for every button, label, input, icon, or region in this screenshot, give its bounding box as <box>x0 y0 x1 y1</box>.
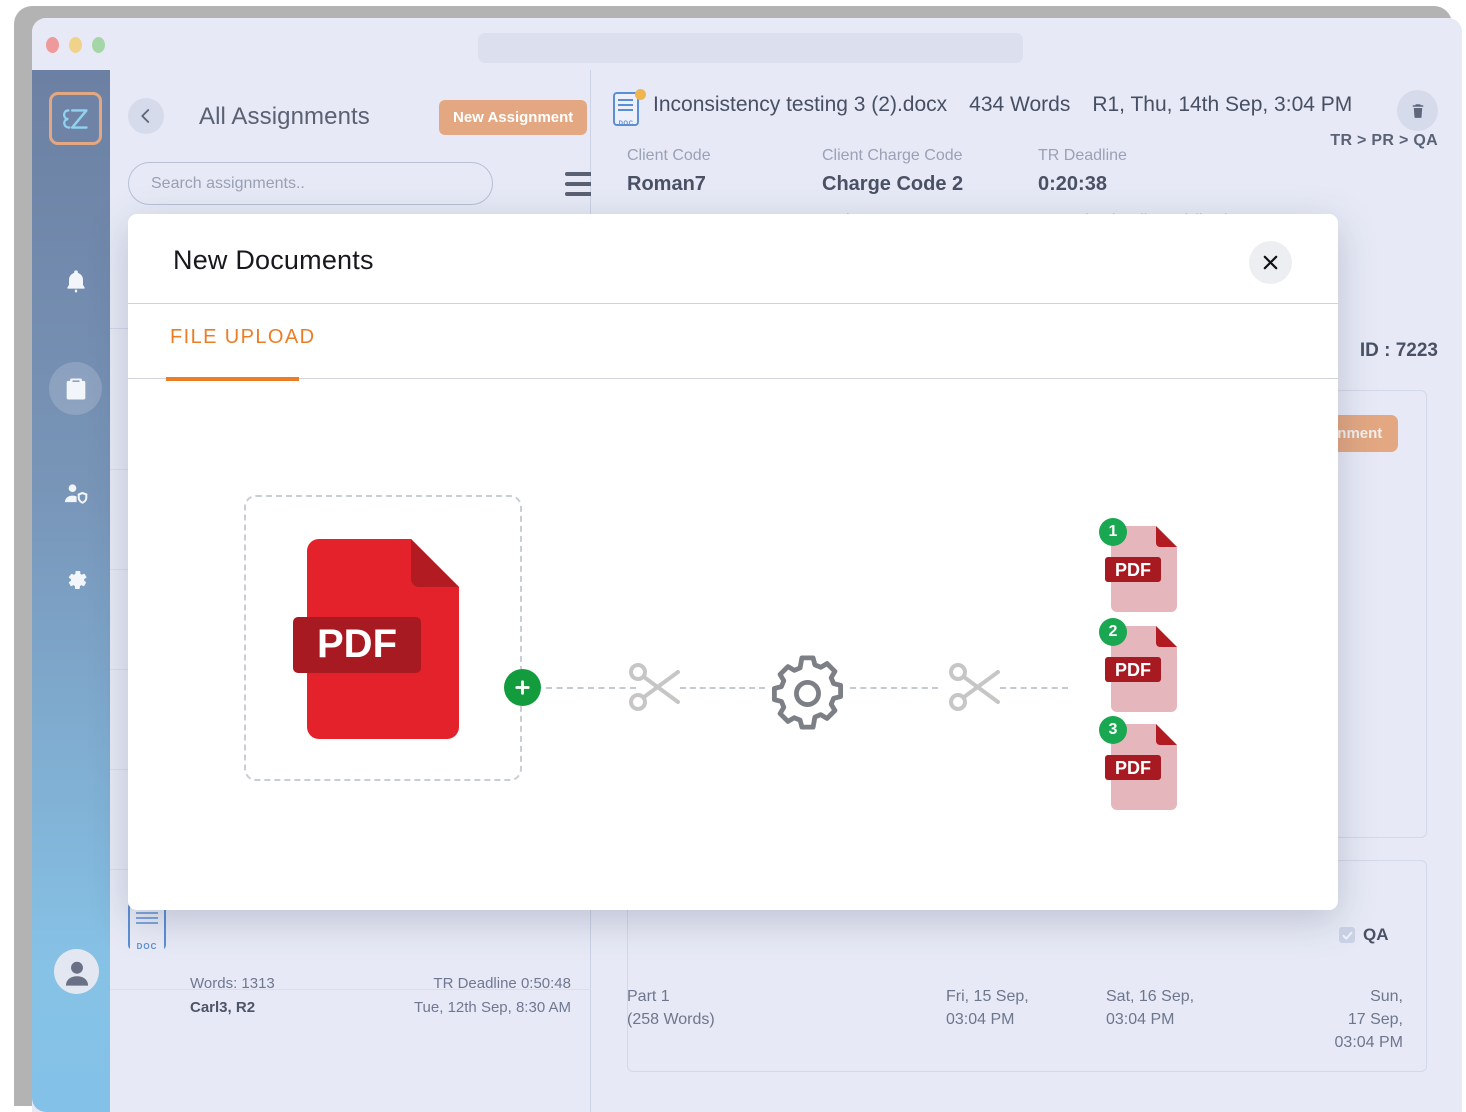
result-document-2[interactable]: PDF 2 <box>1105 626 1183 712</box>
flow-line-2 <box>680 687 765 689</box>
result-badge-1: 1 <box>1099 518 1127 546</box>
upload-illustration: PDF <box>128 379 1338 910</box>
flow-line-1 <box>546 687 636 689</box>
add-file-button[interactable] <box>504 669 541 706</box>
address-bar[interactable] <box>478 33 1023 63</box>
sidebar-item-notifications[interactable] <box>49 255 102 308</box>
svg-text:PDF: PDF <box>1115 758 1151 778</box>
part-date-2-line2: 03:04 PM <box>1106 1008 1194 1031</box>
close-window-button[interactable] <box>46 37 59 53</box>
document-revision: R1, Thu, 14th Sep, 3:04 PM <box>1092 93 1352 116</box>
clipboard-icon <box>62 375 90 403</box>
tab-file-upload[interactable]: FILE UPLOAD <box>170 326 315 349</box>
new-documents-modal: New Documents FILE UPLOAD PDF <box>128 214 1338 910</box>
part-words: (258 Words) <box>627 1008 715 1031</box>
sidebar-item-settings[interactable] <box>49 553 102 606</box>
result-document-3[interactable]: PDF 3 <box>1105 724 1183 810</box>
avatar-icon <box>60 955 94 989</box>
check-icon <box>1342 930 1353 941</box>
result-document-1[interactable]: PDF 1 <box>1105 526 1183 612</box>
doc-file-icon: DOC <box>613 92 643 128</box>
flow-line-4 <box>1000 687 1068 689</box>
search-input[interactable] <box>128 162 493 205</box>
part-name: Part 1 <box>627 985 715 1008</box>
source-pdf-icon[interactable]: PDF <box>293 539 473 739</box>
list-item-date: Tue, 12th Sep, 8:30 AM <box>414 996 571 1020</box>
app-sidebar <box>32 70 110 1112</box>
qa-label: QA <box>1363 925 1389 945</box>
part-date-3-line2: 17 Sep, <box>1291 1008 1403 1031</box>
meta-label-tr-deadline: TR Deadline <box>1038 142 1230 169</box>
sidebar-item-assignments[interactable] <box>49 362 102 415</box>
list-item-user: Carl3, R2 <box>190 996 275 1020</box>
meta-label-charge-code: Client Charge Code <box>822 142 963 169</box>
window-titlebar <box>32 18 1462 70</box>
close-icon <box>1261 253 1280 272</box>
sidebar-item-user-security[interactable] <box>49 467 102 520</box>
app-logo[interactable] <box>49 92 102 145</box>
process-gear <box>769 654 846 731</box>
scissors-icon <box>626 658 686 716</box>
list-item-words: Words: 1313 <box>190 972 275 996</box>
svg-text:PDF: PDF <box>1115 560 1151 580</box>
svg-text:PDF: PDF <box>317 622 397 666</box>
part-date-3-line3: 03:04 PM <box>1291 1031 1403 1054</box>
document-filename: Inconsistency testing 3 (2).docx <box>653 93 947 116</box>
part-date-1-line2: 03:04 PM <box>946 1008 1029 1031</box>
workflow-path: TR > PR > QA <box>1330 132 1438 150</box>
meta-value-client-code: Roman7 <box>627 169 748 199</box>
scissors-icon <box>946 658 1006 716</box>
avatar[interactable] <box>54 949 99 994</box>
document-title-row: Inconsistency testing 3 (2).docx 434 Word… <box>653 93 1374 117</box>
chevron-left-icon <box>137 107 155 125</box>
bell-icon <box>62 268 90 296</box>
meta-label-client-code: Client Code <box>627 142 748 169</box>
meta-value-tr-deadline: 0:20:38 <box>1038 169 1230 199</box>
part-date-3: Sun, 17 Sep, 03:04 PM <box>1291 985 1403 1054</box>
modal-tabbar: FILE UPLOAD <box>128 304 1338 379</box>
part-date-1-line1: Fri, 15 Sep, <box>946 985 1029 1008</box>
traffic-lights <box>46 37 105 53</box>
flow-line-3 <box>850 687 938 689</box>
trash-icon <box>1409 101 1427 121</box>
list-item-meta: Words: 1313 Carl3, R2 <box>190 972 275 1020</box>
user-shield-icon <box>62 480 90 508</box>
cut-point-2[interactable] <box>946 658 1006 716</box>
part-name-block: Part 1 (258 Words) <box>627 985 715 1031</box>
gear-icon <box>62 566 90 594</box>
pdf-file-graphic: PDF <box>293 539 473 739</box>
qa-checkbox[interactable] <box>1339 927 1355 943</box>
document-word-count: 434 Words <box>969 93 1070 116</box>
screenshot-root: All Assignments New Assignment Live <box>0 0 1466 1112</box>
part-date-3-line1: Sun, <box>1291 985 1403 1008</box>
assignment-id: ID : 7223 <box>1360 340 1438 362</box>
cut-point-1[interactable] <box>626 658 686 716</box>
list-item-deadline: TR Deadline 0:50:48 Tue, 12th Sep, 8:30 … <box>414 972 571 1020</box>
ez-logo-icon <box>57 100 95 138</box>
back-button[interactable] <box>128 98 164 134</box>
part-date-2-line1: Sat, 16 Sep, <box>1106 985 1194 1008</box>
list-item-deadline-value: TR Deadline 0:50:48 <box>414 972 571 996</box>
part-date-2: Sat, 16 Sep, 03:04 PM <box>1106 985 1194 1031</box>
svg-text:PDF: PDF <box>1115 660 1151 680</box>
maximize-window-button[interactable] <box>92 37 105 53</box>
part-date-1: Fri, 15 Sep, 03:04 PM <box>946 985 1029 1031</box>
new-assignment-button[interactable]: New Assignment <box>439 100 587 135</box>
modal-title: New Documents <box>173 245 374 276</box>
qa-checkbox-group[interactable]: QA <box>1339 925 1389 945</box>
gear-icon <box>769 654 846 731</box>
plus-icon <box>513 678 532 697</box>
close-modal-button[interactable] <box>1249 241 1292 284</box>
page-title: All Assignments <box>199 103 370 131</box>
minimize-window-button[interactable] <box>69 37 82 53</box>
result-badge-3: 3 <box>1099 716 1127 744</box>
meta-value-charge-code: Charge Code 2 <box>822 169 963 199</box>
result-badge-2: 2 <box>1099 618 1127 646</box>
delete-button[interactable] <box>1397 90 1438 131</box>
status-badge <box>635 89 646 100</box>
